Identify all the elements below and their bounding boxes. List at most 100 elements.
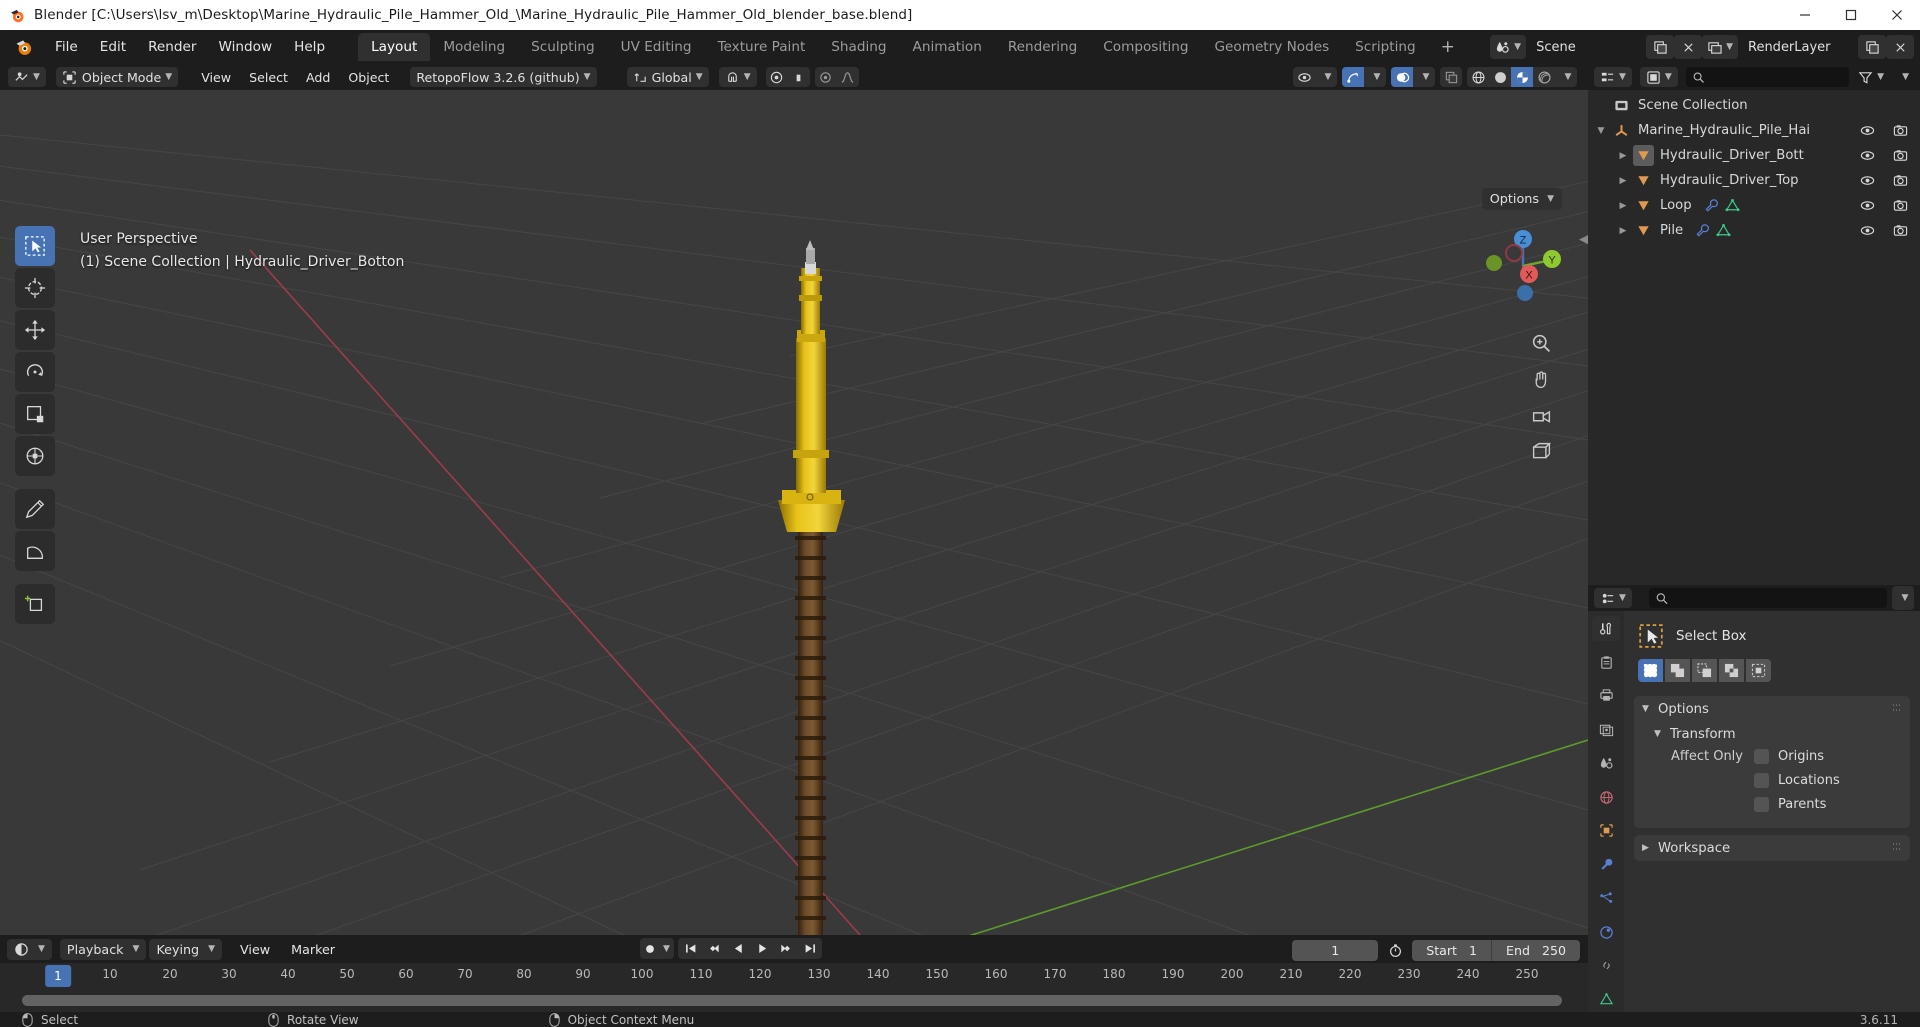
outliner-header-extra[interactable]: ▼ <box>1893 65 1914 89</box>
jump-to-start-button[interactable] <box>678 938 702 959</box>
editor-type-button[interactable]: ▼ <box>8 67 46 87</box>
eye-icon[interactable] <box>1860 173 1875 188</box>
origins-checkbox[interactable] <box>1754 749 1769 764</box>
retopoflow-menu-button[interactable]: RetopoFlow 3.2.6 (github) ▼ <box>410 67 597 87</box>
tab-data[interactable] <box>1592 987 1620 1012</box>
scene-name-field[interactable]: Scene <box>1526 35 1647 59</box>
select-mode-set[interactable] <box>1638 659 1663 682</box>
minimize-button[interactable] <box>1782 0 1828 30</box>
outliner-row-scene-collection[interactable]: Scene Collection <box>1588 93 1920 118</box>
show-overlays-toggle[interactable] <box>1391 67 1413 87</box>
camera-render-icon[interactable] <box>1893 173 1908 188</box>
view-layer-browse-icon[interactable]: ▼ <box>1702 35 1738 59</box>
tab-particles[interactable] <box>1592 886 1620 911</box>
tool-add-cube[interactable] <box>15 584 55 624</box>
tool-transform[interactable] <box>15 436 55 476</box>
interaction-mode-button[interactable]: Object Mode ▼ <box>55 67 179 87</box>
tab-output[interactable] <box>1592 684 1620 709</box>
next-keyframe-button[interactable] <box>774 938 798 959</box>
panel-drag-grip[interactable]: ⋯ ⋯ <box>1892 702 1902 716</box>
snap-magnet-button[interactable]: ▼ <box>718 67 757 87</box>
frame-range-fields[interactable]: Start 1 End 250 <box>1412 939 1580 961</box>
menu-render[interactable]: Render <box>137 35 207 59</box>
shading-rendered-button[interactable] <box>1533 67 1555 87</box>
viewport-menu-add[interactable]: Add <box>297 68 339 87</box>
eye-icon[interactable] <box>1860 198 1875 213</box>
start-frame-value[interactable]: 1 <box>1469 943 1491 958</box>
new-view-layer-button[interactable] <box>1858 35 1886 59</box>
locations-checkbox[interactable] <box>1754 773 1769 788</box>
eye-icon[interactable] <box>1860 148 1875 163</box>
menu-file[interactable]: File <box>44 35 89 59</box>
shading-solid-button[interactable] <box>1489 67 1511 87</box>
outliner-search-box[interactable] <box>1685 67 1850 87</box>
tool-select-box[interactable] <box>15 226 55 266</box>
show-gizmo-toggle[interactable] <box>1342 67 1364 87</box>
tab-view-layer[interactable] <box>1592 717 1620 742</box>
properties-options-button[interactable]: ▼ <box>1892 586 1914 610</box>
outliner-filter-button[interactable]: ▼ <box>1853 65 1889 89</box>
tool-rotate[interactable] <box>15 352 55 392</box>
timeline-horizontal-scrollbar[interactable] <box>22 995 1562 1006</box>
camera-render-icon[interactable] <box>1893 148 1908 163</box>
expand-triangle-open-icon[interactable]: ▼ <box>1594 126 1608 136</box>
close-button[interactable] <box>1874 0 1920 30</box>
shading-material-preview-button[interactable] <box>1511 67 1533 87</box>
unlink-scene-button[interactable] <box>1674 35 1703 59</box>
mesh-data-icon[interactable] <box>1716 223 1731 238</box>
chevron-down-icon[interactable]: ▼ <box>1413 67 1435 87</box>
subpanel-transform-header[interactable]: ▼ Transform <box>1634 722 1910 746</box>
tab-compositing[interactable]: Compositing <box>1090 33 1201 61</box>
wrench-icon[interactable] <box>1695 223 1710 238</box>
tool-cursor[interactable] <box>15 268 55 308</box>
viewport-menu-select[interactable]: Select <box>240 68 297 87</box>
tab-scripting[interactable]: Scripting <box>1342 33 1428 61</box>
expand-triangle-closed-icon[interactable]: ▶ <box>1616 151 1630 161</box>
outliner-display-mode-button[interactable]: ▼ <box>1639 67 1678 87</box>
tool-annotate[interactable] <box>15 489 55 529</box>
menu-edit[interactable]: Edit <box>89 35 137 59</box>
show-object-types-icon[interactable] <box>1293 67 1315 87</box>
parents-checkbox[interactable] <box>1754 797 1769 812</box>
tab-physics[interactable] <box>1592 920 1620 945</box>
timeline-menu-view[interactable]: View <box>231 940 279 959</box>
transform-orientation-button[interactable]: Global ▼ <box>626 67 709 87</box>
eye-icon[interactable] <box>1860 223 1875 238</box>
panel-options-header[interactable]: ▼ Options ⋯ ⋯ <box>1634 696 1910 722</box>
tab-world[interactable] <box>1592 785 1620 810</box>
menu-help[interactable]: Help <box>283 35 336 59</box>
properties-search-box[interactable] <box>1648 588 1887 608</box>
auto-keying-toggle[interactable]: ▼ <box>640 938 674 959</box>
viewport-canvas[interactable]: User Perspective (1) Scene Collection | … <box>0 90 1588 935</box>
timeline-editor-type-button[interactable]: ▼ <box>7 938 52 960</box>
shading-wireframe-button[interactable] <box>1467 67 1489 87</box>
expand-triangle-closed-icon[interactable]: ▶ <box>1616 201 1630 211</box>
playback-menu-button[interactable]: Playback ▼ <box>59 938 147 960</box>
viewport-sidebar-toggle[interactable]: ◀ <box>1579 232 1588 247</box>
falloff-type-button[interactable] <box>815 67 837 87</box>
navigation-gizmo[interactable]: Z Y X <box>1481 224 1565 308</box>
tab-texture-paint[interactable]: Texture Paint <box>705 33 819 61</box>
tab-modeling[interactable]: Modeling <box>430 33 518 61</box>
mesh-data-icon[interactable] <box>1725 198 1740 213</box>
outliner-editor-type-button[interactable]: ▼ <box>1594 67 1632 87</box>
jump-to-end-button[interactable] <box>798 938 822 959</box>
outliner-search-input[interactable] <box>1710 70 1844 84</box>
pan-hand-icon[interactable] <box>1528 366 1554 392</box>
tab-sculpting[interactable]: Sculpting <box>518 33 607 61</box>
toggle-xray-button[interactable] <box>1440 67 1462 87</box>
outliner-row-marine-hydraulic-pile-hammer[interactable]: ▼ Marine_Hydraulic_Pile_Hai <box>1588 118 1920 143</box>
expand-triangle-closed-icon[interactable]: ▶ <box>1616 176 1630 186</box>
scene-browse-icon[interactable]: ▼ <box>1490 35 1527 59</box>
proportional-edit-toggle[interactable] <box>766 67 788 87</box>
tab-render[interactable] <box>1592 650 1620 675</box>
tab-uv-editing[interactable]: UV Editing <box>608 33 705 61</box>
select-mode-invert[interactable] <box>1719 659 1744 682</box>
tab-object[interactable] <box>1592 819 1620 844</box>
select-mode-intersect[interactable] <box>1746 659 1771 682</box>
outliner-row-hydraulic-driver-bottom[interactable]: ▶ Hydraulic_Driver_Bott <box>1588 143 1920 168</box>
tab-animation[interactable]: Animation <box>900 33 995 61</box>
chevron-down-icon[interactable]: ▼ <box>1364 67 1386 87</box>
add-workspace-button[interactable]: + <box>1429 35 1467 59</box>
camera-render-icon[interactable] <box>1893 123 1908 138</box>
